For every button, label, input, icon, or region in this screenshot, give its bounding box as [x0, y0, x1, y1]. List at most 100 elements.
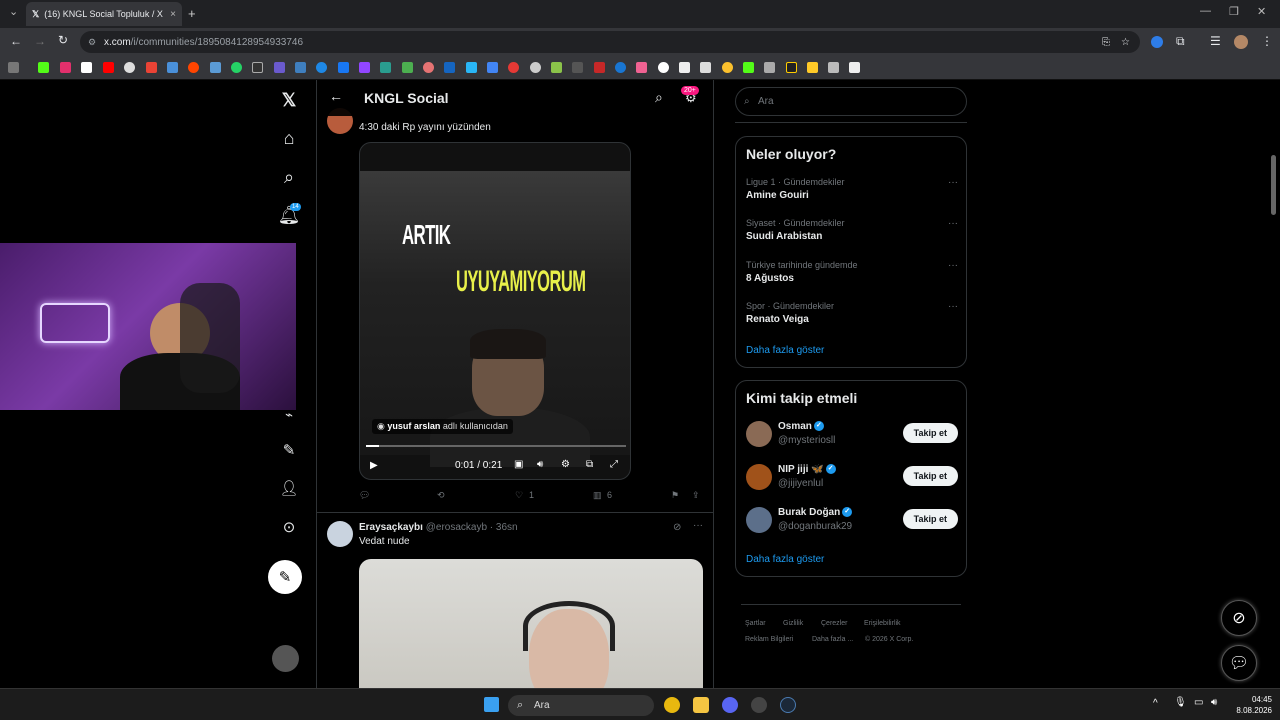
reddit-icon[interactable] — [188, 62, 199, 73]
like-icon[interactable]: ♡ — [515, 490, 523, 501]
repost-icon[interactable]: ⟲ — [437, 490, 445, 501]
tray-chevron-icon[interactable]: ^ — [1153, 698, 1158, 709]
views-icon[interactable]: ▥ — [593, 490, 602, 501]
post-avatar[interactable] — [327, 521, 353, 547]
bookmark-icon[interactable] — [764, 62, 775, 73]
apps-grid-icon[interactable] — [8, 62, 19, 73]
x-logo-icon[interactable]: 𝕏 — [276, 87, 302, 113]
microphone-icon[interactable]: 🎙︎ — [1174, 697, 1187, 708]
volume-icon[interactable]: 🔊︎ — [537, 459, 543, 470]
search-icon[interactable]: ⌕ — [276, 164, 302, 190]
tab-close-icon[interactable]: × — [170, 9, 176, 20]
windows-start-icon[interactable] — [484, 697, 499, 712]
bookmark-icon[interactable] — [487, 62, 498, 73]
minimize-icon[interactable]: — — [1200, 5, 1211, 17]
follow-button[interactable]: Takip et — [902, 466, 958, 486]
profile-avatar[interactable] — [1234, 35, 1248, 49]
fullscreen-icon[interactable]: ⤢ — [610, 459, 618, 470]
maximize-icon[interactable]: ❐ — [1229, 5, 1239, 18]
suggestion-avatar[interactable] — [746, 464, 772, 490]
follow-suggestion[interactable]: NIP jiji 🦋 ✓ @jijiyenlul Takip et — [746, 464, 958, 494]
show-more-link[interactable]: Daha fazla göster — [746, 345, 824, 356]
video-progress-bar[interactable] — [366, 445, 626, 447]
bookmark-icon[interactable] — [551, 62, 562, 73]
youtube-icon[interactable] — [103, 62, 114, 73]
facebook-icon[interactable] — [338, 62, 349, 73]
suggestion-avatar[interactable] — [746, 507, 772, 533]
video-settings-icon[interactable]: ⚙ — [561, 459, 570, 470]
file-explorer-icon[interactable] — [693, 697, 709, 713]
trend-more-icon[interactable]: ··· — [948, 218, 958, 229]
bookmark-icon[interactable] — [252, 62, 263, 73]
bookmark-icon[interactable] — [636, 62, 647, 73]
bookmark-icon[interactable] — [700, 62, 711, 73]
site-info-icon[interactable]: ⚙ — [88, 37, 96, 48]
show-more-link[interactable]: Daha fazla göster — [746, 554, 824, 565]
footer-terms[interactable]: Şartlar — [745, 620, 766, 627]
reload-icon[interactable]: ↻ — [58, 33, 68, 47]
trend-item[interactable]: Türkiye tarihinde gündemde 8 Ağustos ··· — [746, 260, 958, 284]
bookmark-icon[interactable] — [380, 62, 391, 73]
post-more-icon[interactable]: ··· — [693, 520, 703, 531]
chrome-icon[interactable] — [664, 697, 680, 713]
footer-accessibility[interactable]: Erişilebilirlik — [864, 620, 901, 627]
post-item[interactable]: Eraysaçkaybı @erosackayb · 36sn ⊘ ··· Ve… — [317, 512, 713, 688]
messages-fab-icon[interactable]: 💬︎ — [1221, 645, 1257, 681]
follow-suggestion[interactable]: Burak Doğan ✓ @doganburak29 Takip et — [746, 507, 958, 537]
bookmark-icon[interactable] — [274, 62, 285, 73]
network-icon[interactable]: ▭ — [1194, 697, 1203, 708]
gmail-icon[interactable] — [146, 62, 157, 73]
forward-icon[interactable]: → — [34, 34, 46, 48]
x-bookmark-icon[interactable] — [81, 62, 92, 73]
bookmark-icon[interactable] — [316, 62, 327, 73]
reading-list-icon[interactable]: ☰ — [1210, 34, 1221, 48]
lists-icon[interactable]: ✎ — [276, 437, 302, 463]
search-input[interactable]: ⌕ Ara — [735, 87, 967, 116]
reply-icon[interactable]: 💬︎ — [359, 490, 370, 501]
bookmark-icon[interactable] — [572, 62, 583, 73]
follow-suggestion[interactable]: Osman ✓ @mysteriosll Takip et — [746, 421, 958, 451]
video-player[interactable]: ARTIK UYUYAMIYORUM ◉ yusuf arslan adlı k… — [359, 142, 631, 480]
bookmark-icon[interactable] — [722, 62, 733, 73]
bookmark-icon[interactable] — [743, 62, 754, 73]
bookmark-icon[interactable] — [615, 62, 626, 73]
bookmark-icon[interactable] — [466, 62, 477, 73]
bookmark-star-icon[interactable]: ☆ — [1121, 37, 1130, 48]
home-icon[interactable]: ⌂ — [276, 125, 302, 151]
bookmark-icon[interactable] — [402, 62, 413, 73]
post-author-name[interactable]: Eraysaçkaybı — [359, 522, 423, 533]
trend-item[interactable]: Spor · Gündemdekiler Renato Veiga ··· — [746, 301, 958, 325]
install-app-icon[interactable]: ⎘ — [1102, 37, 1110, 48]
address-bar[interactable]: ⚙ x.com/i/communities/189508412895493374… — [80, 31, 1140, 53]
extensions-puzzle-icon[interactable]: ⧉ — [1176, 34, 1185, 49]
bookmark-icon[interactable] — [210, 62, 221, 73]
whatsapp-icon[interactable] — [231, 62, 242, 73]
speaker-icon[interactable]: 🔊︎ — [1211, 697, 1217, 708]
browser-tab[interactable]: 𝕏 (16) KNGL Social Topluluk / X × — [26, 2, 182, 26]
bookmark-icon[interactable] — [786, 62, 797, 73]
tab-search-icon[interactable]: ⌄ — [9, 5, 18, 18]
follow-button[interactable]: Takip et — [902, 509, 958, 529]
trend-more-icon[interactable]: ··· — [948, 260, 958, 271]
notifications-icon[interactable]: 🔔︎ 14 — [276, 202, 302, 228]
app-icon[interactable] — [751, 697, 767, 713]
bookmark-icon[interactable] — [679, 62, 690, 73]
trend-more-icon[interactable]: ··· — [948, 301, 958, 312]
bookmark-icon[interactable] — [423, 62, 434, 73]
page-scrollbar[interactable] — [1271, 155, 1276, 215]
footer-more[interactable]: Daha fazla ... — [812, 636, 853, 643]
trend-item[interactable]: Siyaset · Gündemdekiler Suudi Arabistan … — [746, 218, 958, 242]
footer-cookies[interactable]: Çerezler — [821, 620, 847, 627]
folder-icon[interactable] — [807, 62, 818, 73]
close-window-icon[interactable]: ✕ — [1257, 5, 1266, 18]
instagram-icon[interactable] — [60, 62, 71, 73]
footer-privacy[interactable]: Gizlilik — [783, 620, 803, 627]
pip-icon[interactable]: ⧉ — [586, 459, 593, 470]
play-icon[interactable]: ▶ — [370, 460, 378, 471]
footer-ads-info[interactable]: Reklam Bilgileri — [745, 636, 793, 643]
share-icon[interactable]: ⇪ — [692, 490, 700, 501]
grok-post-icon[interactable]: ⊘ — [673, 522, 681, 533]
new-tab-button[interactable]: + — [188, 6, 196, 21]
taskbar-search[interactable]: ⌕ Ara — [508, 695, 654, 716]
grok-fab-icon[interactable]: ⊘ — [1221, 600, 1257, 636]
